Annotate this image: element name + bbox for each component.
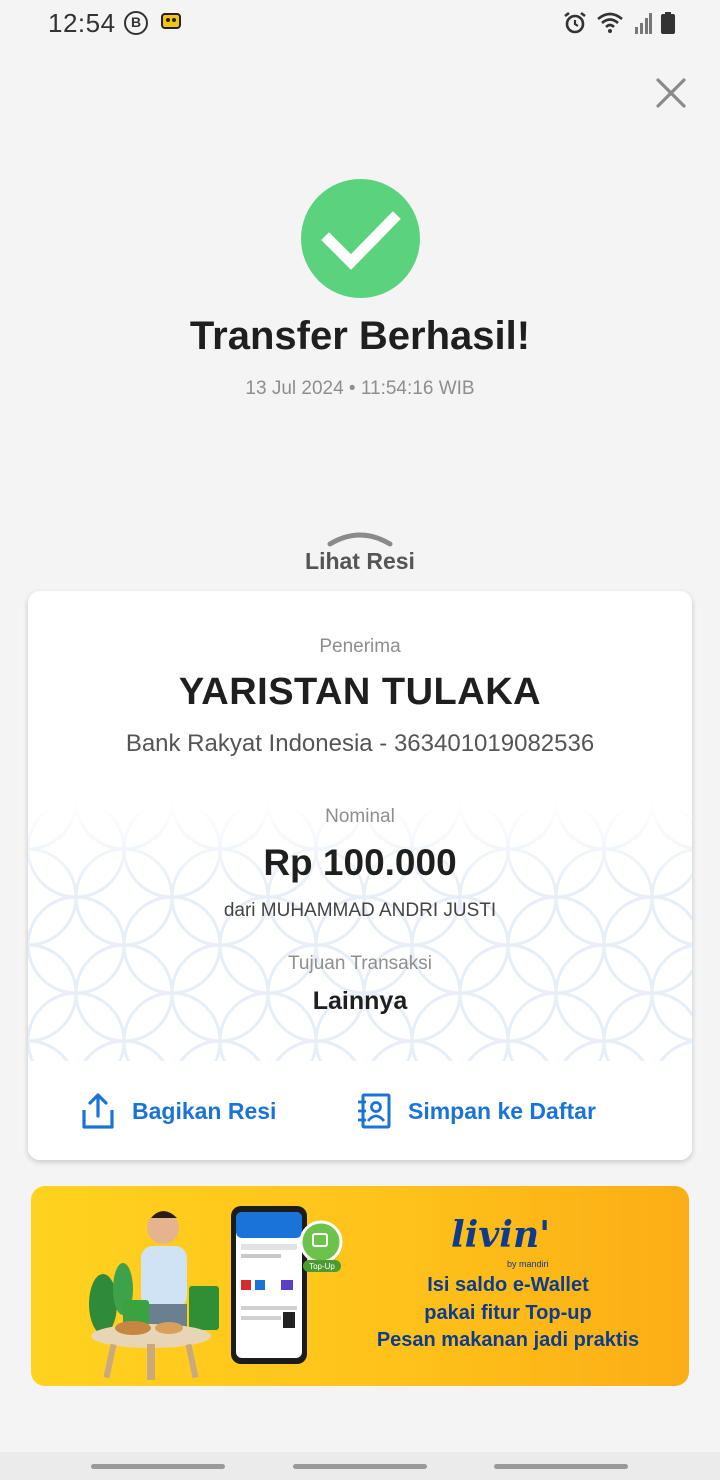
share-icon (82, 1093, 114, 1129)
save-to-list-button[interactable]: Simpan ke Daftar (356, 1091, 596, 1131)
signal-icon (635, 13, 652, 34)
top-up-badge-label: Top-Up (309, 1262, 335, 1271)
nav-back-button[interactable] (494, 1464, 628, 1469)
share-receipt-button[interactable]: Bagikan Resi (80, 1091, 276, 1131)
livin-logo-sub: by mandiri (507, 1259, 549, 1269)
receipt-card: Penerima YARISTAN TULAKA Bank Rakyat Ind… (28, 591, 692, 1160)
save-to-list-label: Simpan ke Daftar (408, 1097, 596, 1124)
recipient-label: Penerima (319, 636, 401, 657)
chevron-up-icon[interactable] (326, 528, 394, 548)
battery-icon (661, 12, 675, 34)
recipient-name: YARISTAN TULAKA (178, 671, 542, 713)
promo-line-1: Isi saldo e-Wallet (427, 1274, 589, 1296)
transaction-datetime: 13 Jul 2024 • 11:54:16 WIB (245, 378, 475, 399)
page-title: Transfer Berhasil! (189, 314, 531, 358)
amount-label: Nominal (325, 806, 395, 827)
amount-value: Rp 100.000 (263, 842, 457, 883)
app-notification-icon (161, 13, 181, 29)
share-receipt-label: Bagikan Resi (132, 1097, 277, 1124)
card-background-pattern (28, 801, 692, 1061)
view-receipt-toggle[interactable]: Lihat Resi (0, 548, 720, 575)
nav-home-button[interactable] (293, 1464, 427, 1469)
success-badge (301, 179, 420, 298)
recipient-bank-account: Bank Rakyat Indonesia - 363401019082536 (125, 730, 595, 757)
promo-illustration: Top-Up (89, 1206, 343, 1380)
sender-name: dari MUHAMMAD ANDRI JUSTI (223, 900, 497, 921)
nav-recents-button[interactable] (91, 1464, 225, 1469)
system-navigation-bar (0, 1452, 720, 1480)
purpose-value: Lainnya (312, 987, 408, 1015)
close-icon[interactable] (650, 72, 692, 114)
livin-logo: livin' (451, 1214, 551, 1256)
promo-banner[interactable]: Top-Up livin' by mandiri Isi saldo e-Wal… (31, 1186, 689, 1386)
purpose-label: Tujuan Transaksi (288, 953, 432, 974)
promo-line-2: pakai fitur Top-up (424, 1302, 592, 1324)
b-circle-icon: B (124, 11, 148, 35)
status-bar: 12:54 B (0, 0, 720, 46)
check-icon (321, 211, 401, 270)
receipt-actions: Bagikan Resi Simpan ke Daftar (28, 1061, 692, 1160)
alarm-icon (564, 11, 586, 34)
contact-add-icon (358, 1093, 391, 1129)
wifi-icon (597, 12, 623, 33)
status-icons (562, 10, 676, 36)
promo-line-3: Pesan makanan jadi praktis (376, 1329, 640, 1351)
status-time: 12:54 (48, 8, 116, 38)
